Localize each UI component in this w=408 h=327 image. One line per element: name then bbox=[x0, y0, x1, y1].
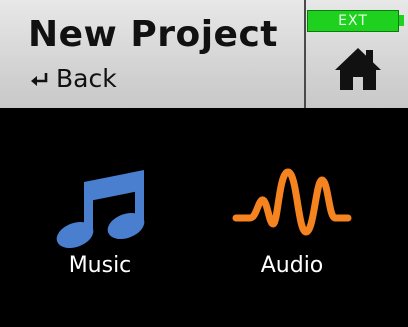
header-divider bbox=[304, 0, 306, 108]
audio-option[interactable]: Audio bbox=[222, 150, 362, 290]
audio-label: Audio bbox=[260, 253, 324, 278]
badge-tab bbox=[399, 15, 404, 26]
back-button[interactable]: Back bbox=[30, 62, 117, 96]
ext-status-badge: EXT bbox=[307, 10, 399, 32]
home-icon bbox=[333, 46, 383, 94]
back-label: Back bbox=[56, 64, 117, 93]
header-bar: New Project Back EXT bbox=[0, 0, 408, 108]
page-title: New Project bbox=[28, 14, 279, 55]
music-option[interactable]: Music bbox=[30, 150, 170, 290]
music-label: Music bbox=[68, 253, 132, 278]
home-button[interactable] bbox=[307, 32, 408, 108]
return-arrow-icon bbox=[30, 71, 50, 87]
